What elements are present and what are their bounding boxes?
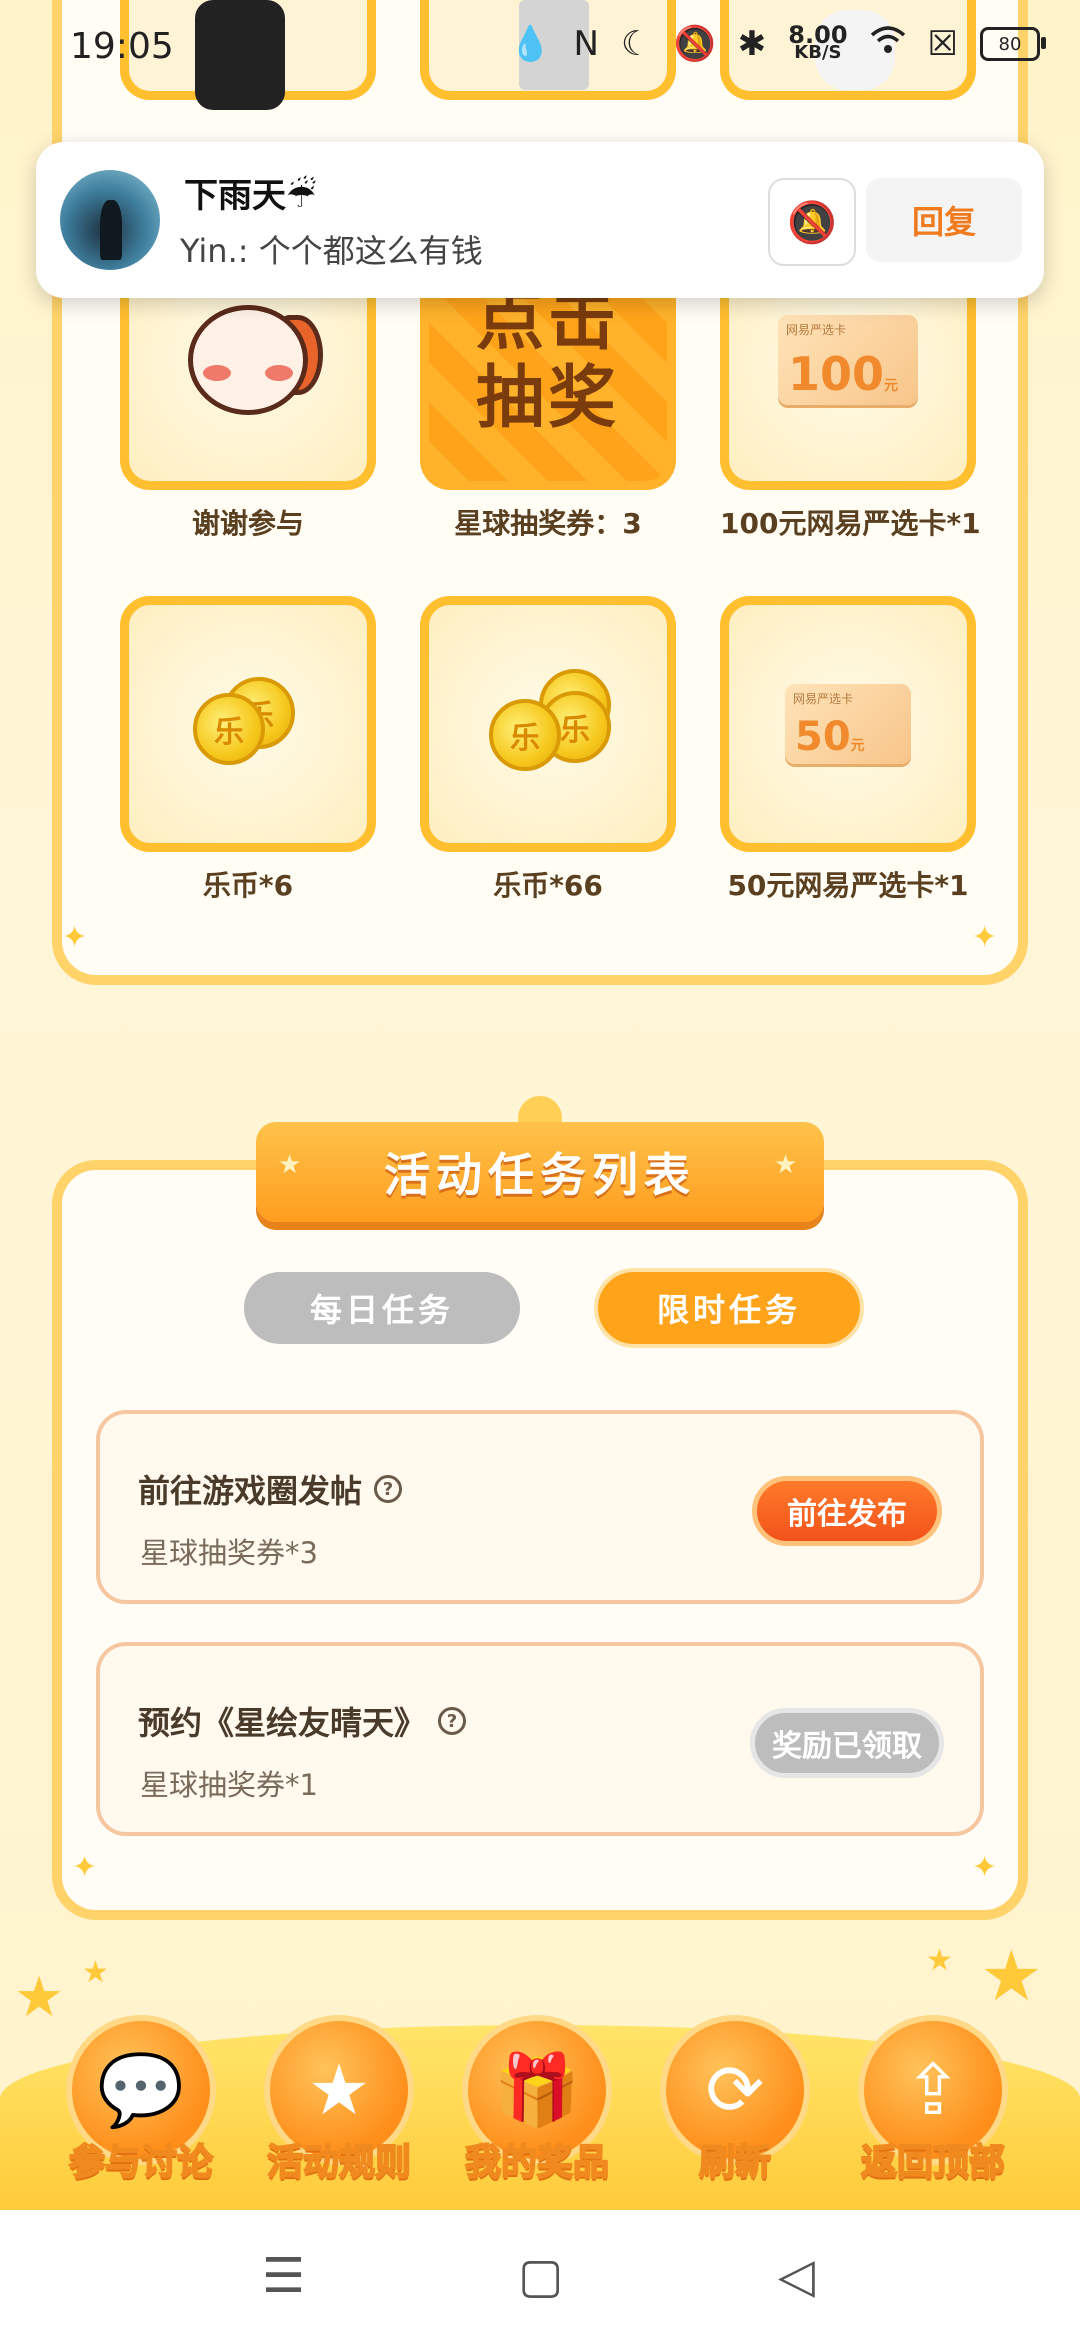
- reward-claimed-button: 奖励已领取: [750, 1708, 944, 1778]
- prize-cell-coin-66[interactable]: 乐 乐 乐 乐币*66: [420, 596, 676, 904]
- back-icon[interactable]: ◁: [778, 2248, 815, 2304]
- tab-limited-tasks[interactable]: 限时任务: [594, 1268, 864, 1348]
- star-icon: ★: [926, 1943, 953, 1978]
- prize-label: 乐币*6: [202, 869, 294, 902]
- help-icon[interactable]: ?: [374, 1475, 403, 1503]
- task-list-banner: 活动任务列表: [256, 1122, 824, 1222]
- prize-label: 100元网易严选卡*1: [720, 507, 981, 540]
- menu-icon[interactable]: ☰: [262, 2248, 305, 2304]
- star-icon: ★: [82, 1955, 109, 1990]
- coin-pile-icon: 乐 乐 乐: [473, 669, 623, 779]
- task-card: 前往游戏圈发帖 ? 星球抽奖券*3 前往发布: [96, 1410, 984, 1604]
- coin-stack-icon: 乐 乐: [173, 669, 323, 779]
- go-post-button[interactable]: 前往发布: [752, 1476, 942, 1546]
- notification-body: Yin.: 个个都这么有钱: [180, 232, 483, 270]
- action-label: 我的奖品: [464, 2141, 610, 2184]
- action-back-to-top[interactable]: ⇪ 返回顶部: [838, 2015, 1028, 2205]
- status-time: 19:05: [70, 26, 174, 67]
- sparkle-icon: ✦: [72, 1850, 98, 1885]
- prize-label: 50元网易严选卡*1: [727, 869, 969, 902]
- mute-bell-icon: 🔕: [673, 24, 716, 64]
- mute-notification-button[interactable]: 🔕: [768, 178, 856, 266]
- moon-icon: ☾: [620, 24, 652, 64]
- prize-cell-card-50[interactable]: 网易严选卡 50元 50元网易严选卡*1: [720, 596, 976, 904]
- action-label: 活动规则: [266, 2141, 412, 2184]
- action-refresh[interactable]: ⟳ 刷新: [640, 2015, 830, 2205]
- action-label: 返回顶部: [860, 2141, 1006, 2184]
- sparkle-icon: ✦: [972, 1850, 998, 1885]
- prize-label: 谢谢参与: [191, 507, 304, 540]
- prize-tile: 乐 乐 乐: [420, 596, 676, 852]
- prize-tile: 乐 乐: [120, 596, 376, 852]
- draw-text-line2: 抽奖: [475, 358, 620, 438]
- prize-label: 乐币*66: [493, 869, 603, 902]
- message-notification[interactable]: 下雨天☔ Yin.: 个个都这么有钱 🔕 回复: [36, 142, 1044, 298]
- star-icon: ★: [774, 1150, 798, 1180]
- help-icon[interactable]: ?: [438, 1707, 467, 1735]
- sparkle-icon: ✦: [62, 920, 88, 955]
- bell-off-icon: 🔕: [787, 199, 837, 246]
- task-name: 前往游戏圈发帖: [138, 1472, 363, 1510]
- action-label: 参与讨论: [68, 2141, 214, 2184]
- notification-title: 下雨天☔: [184, 176, 317, 216]
- drop-icon: 💧: [509, 24, 552, 64]
- draw-ticket-count: 星球抽奖券：3: [454, 507, 642, 540]
- task-list-title: 活动任务列表: [384, 1148, 696, 1202]
- network-speed: 8.00 KB/S: [788, 21, 848, 63]
- action-my-prizes[interactable]: 🎁 我的奖品: [442, 2015, 632, 2205]
- sim-off-icon: ☒: [927, 24, 958, 64]
- home-icon[interactable]: ▢: [518, 2248, 563, 2304]
- status-icons: 💧 N ☾ 🔕 ✱ 8.00 KB/S ☒ 80: [509, 21, 1046, 64]
- avatar: [60, 170, 160, 270]
- tab-daily-tasks[interactable]: 每日任务: [244, 1272, 520, 1344]
- task-name: 预约《星绘友晴天》: [138, 1704, 427, 1742]
- star-icon: ★: [980, 1935, 1043, 2017]
- task-card: 预约《星绘友晴天》 ? 星球抽奖券*1 奖励已领取: [96, 1642, 984, 1836]
- gift-card-image: 网易严选卡 100元: [778, 314, 918, 405]
- bluetooth-icon: ✱: [737, 24, 767, 64]
- star-icon: ★: [278, 1150, 302, 1180]
- prize-cell-coin-6[interactable]: 乐 乐 乐币*6: [120, 596, 376, 904]
- wifi-icon: [870, 24, 906, 64]
- gift-card-image: 网易严选卡 50元: [785, 684, 911, 764]
- reply-button[interactable]: 回复: [866, 178, 1022, 262]
- task-reward: 星球抽奖券*3: [140, 1536, 318, 1570]
- mascot-image: [173, 295, 323, 425]
- system-navigation-bar: ☰ ▢ ◁: [0, 2210, 1080, 2340]
- action-discuss[interactable]: 💬 参与讨论: [46, 2015, 236, 2205]
- action-rules[interactable]: ★ 活动规则: [244, 2015, 434, 2205]
- status-bar: 19:05 💧 N ☾ 🔕 ✱ 8.00 KB/S ☒ 80: [0, 0, 1080, 100]
- battery-icon: 80: [980, 27, 1046, 61]
- nfc-icon: N: [573, 24, 599, 64]
- task-reward: 星球抽奖券*1: [140, 1768, 318, 1802]
- action-label: 刷新: [698, 2141, 772, 2184]
- bottom-action-bar: ★ ★ ★ ★ 💬 参与讨论 ★ 活动规则 🎁 我的奖品 ⟳ 刷新 ⇪ 返回顶部: [0, 1935, 1080, 2210]
- prize-tile: 网易严选卡 50元: [720, 596, 976, 852]
- sparkle-icon: ✦: [972, 920, 998, 955]
